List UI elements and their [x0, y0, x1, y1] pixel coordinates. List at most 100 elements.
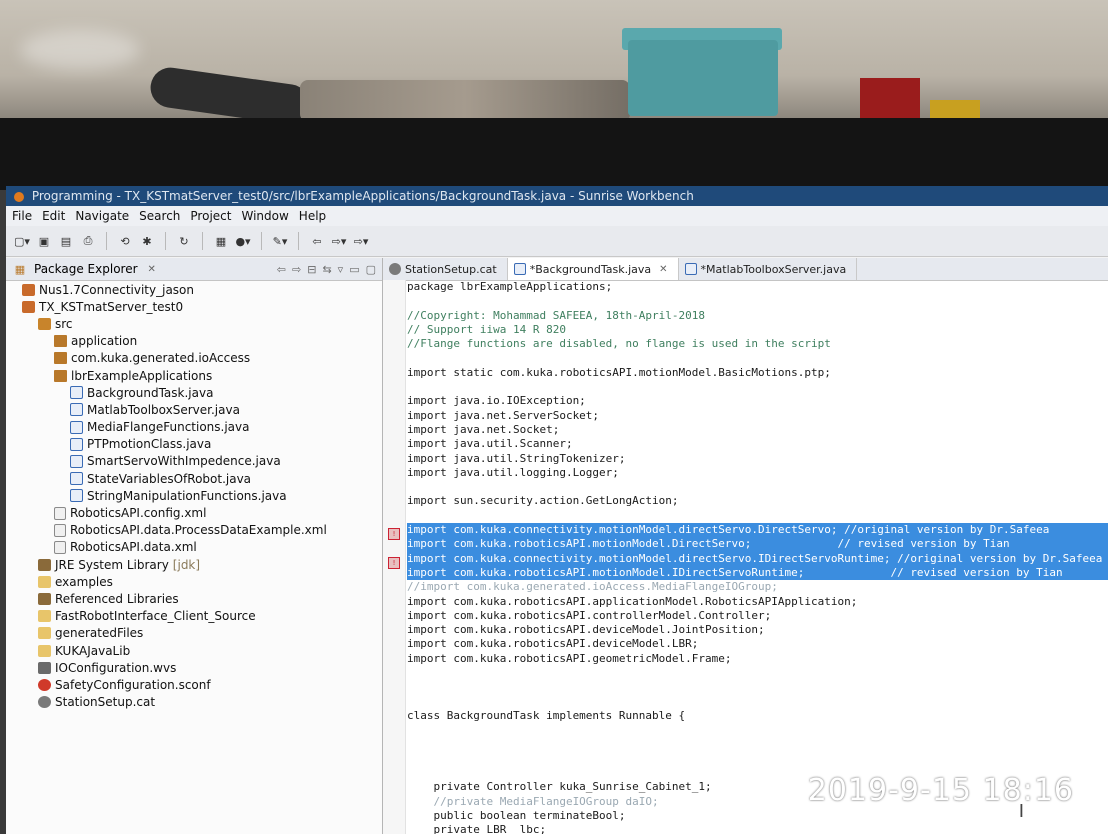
editor-tab[interactable]: *BackgroundTask.java ✕ — [507, 258, 679, 280]
tree-item[interactable]: Nus1.7Connectivity_jason — [6, 281, 382, 298]
toolbar-divider — [165, 232, 166, 250]
tree-item[interactable]: FastRobotInterface_Client_Source — [6, 608, 382, 625]
view-menu-icon[interactable]: ▿ — [338, 263, 344, 276]
code-line: // Support iiwa 14 R 820 — [407, 322, 566, 336]
collapse-all-icon[interactable]: ⊟ — [307, 263, 316, 276]
new-icon[interactable]: ▢▾ — [14, 233, 30, 249]
tree-item-label: RoboticsAPI.config.xml — [70, 506, 207, 521]
close-tab-icon[interactable]: ✕ — [659, 264, 667, 275]
menu-file[interactable]: File — [12, 209, 32, 223]
tree-item[interactable]: SmartServoWithImpedence.java — [6, 453, 382, 470]
tree-item[interactable]: IOConfiguration.wvs — [6, 659, 382, 676]
warning-marker-icon[interactable]: ! — [388, 557, 400, 569]
minimize-icon[interactable]: ▭ — [349, 263, 359, 276]
back-icon[interactable]: ⇦ — [309, 233, 325, 249]
editor-tab[interactable]: *MatlabToolboxServer.java — [679, 258, 858, 280]
java-file-icon — [684, 263, 697, 275]
window-title: Programming - TX_KSTmatServer_test0/src/… — [31, 189, 694, 203]
tree-item-label: RoboticsAPI.data.ProcessDataExample.xml — [70, 523, 327, 538]
tree-item-label: SafetyConfiguration.sconf — [55, 677, 211, 692]
forward-icon[interactable]: ⇨▾ — [331, 233, 347, 249]
tree-item-label: com.kuka.generated.ioAccess — [71, 351, 251, 366]
folder-icon — [38, 575, 51, 588]
tree-item[interactable]: RoboticsAPI.data.xml — [6, 539, 382, 556]
next-icon[interactable]: ⇨▾ — [353, 233, 369, 249]
toolbar-divider — [202, 232, 203, 250]
folder-icon — [38, 610, 51, 623]
code-line: public boolean terminateBool; — [407, 808, 626, 822]
menu-help[interactable]: Help — [299, 209, 326, 223]
menu-project[interactable]: Project — [190, 209, 231, 223]
menu-window[interactable]: Window — [241, 209, 288, 223]
package-icon[interactable]: ▦ — [213, 233, 229, 249]
project-icon — [22, 300, 35, 313]
tree-item[interactable]: KUKAJavaLib — [6, 642, 382, 659]
tree-item[interactable]: Referenced Libraries — [6, 590, 382, 607]
tree-item-label: Referenced Libraries — [55, 591, 179, 606]
editor-tabs: StationSetup.cat *BackgroundTask.java ✕ *Ma… — [383, 258, 1108, 281]
tree-item[interactable]: application — [6, 333, 382, 350]
tree-item-label: RoboticsAPI.data.xml — [70, 540, 197, 555]
link-with-editor-icon[interactable]: ⇆ — [322, 263, 331, 276]
tree-item[interactable]: examples — [6, 573, 382, 590]
tree-item[interactable]: com.kuka.generated.ioAccess — [6, 350, 382, 367]
code-editor: StationSetup.cat *BackgroundTask.java ✕ *Ma… — [383, 258, 1108, 834]
tree-item[interactable]: StationSetup.cat — [6, 694, 382, 711]
tree-item-label: JRE System Library — [55, 557, 169, 572]
tree-item[interactable]: StateVariablesOfRobot.java — [6, 470, 382, 487]
menu-edit[interactable]: Edit — [42, 209, 65, 223]
package-explorer-header[interactable]: ▦ Package Explorer ✕ ⇦ ⇨ ⊟ ⇆ ▿ ▭ ▢ — [6, 258, 382, 281]
tree-item[interactable]: MediaFlangeFunctions.java — [6, 419, 382, 436]
print-icon[interactable]: ⎙ — [80, 233, 96, 249]
warning-marker-icon[interactable]: ! — [388, 528, 400, 540]
tree-item[interactable]: PTPmotionClass.java — [6, 436, 382, 453]
code-line: import com.kuka.roboticsAPI.controllerMo… — [407, 608, 772, 622]
editor-tab[interactable]: StationSetup.cat — [383, 258, 508, 280]
menu-search[interactable]: Search — [139, 209, 180, 223]
code-line: import java.net.ServerSocket; — [407, 408, 600, 422]
package-icon — [54, 335, 67, 348]
tree-item-label: KUKAJavaLib — [55, 643, 131, 658]
save-all-icon[interactable]: ▤ — [58, 233, 74, 249]
sync-icon[interactable]: ⟲ — [117, 233, 133, 249]
tree-item[interactable]: lbrExampleApplications — [6, 367, 382, 384]
tree-item[interactable]: BackgroundTask.java — [6, 384, 382, 401]
tree-item[interactable]: RoboticsAPI.config.xml — [6, 504, 382, 521]
ceiling-light — [20, 30, 140, 70]
debug-icon[interactable]: ✱ — [139, 233, 155, 249]
tree-item[interactable]: SafetyConfiguration.sconf — [6, 676, 382, 693]
tree-item[interactable]: StringManipulationFunctions.java — [6, 487, 382, 504]
maximize-icon[interactable]: ▢ — [366, 263, 376, 276]
tree-item[interactable]: JRE System Library [jdk] — [6, 556, 382, 573]
save-icon[interactable]: ▣ — [36, 233, 52, 249]
main-toolbar: ▢▾ ▣ ▤ ⎙ ⟲ ✱ ↻ ▦ ●▾ ✎▾ ⇦ ⇨▾ ⇨▾ — [6, 226, 1108, 257]
tree-item[interactable]: RoboticsAPI.data.ProcessDataExample.xml — [6, 522, 382, 539]
forward-icon[interactable]: ⇨ — [292, 263, 301, 276]
code-line: import java.util.logging.Logger; — [407, 465, 619, 479]
java-file-icon — [70, 420, 83, 434]
tree-item[interactable]: TX_KSTmatServer_test0 — [6, 298, 382, 315]
code-line: private LBR lbc; — [407, 823, 547, 834]
back-icon[interactable]: ⇦ — [277, 263, 286, 276]
pen-icon[interactable]: ✎▾ — [272, 233, 288, 249]
folder-icon — [38, 644, 51, 657]
window-titlebar[interactable]: Programming - TX_KSTmatServer_test0/src/… — [6, 186, 1108, 206]
java-file-icon — [70, 403, 83, 417]
java-file-icon — [70, 489, 83, 503]
tree-item[interactable]: generatedFiles — [6, 625, 382, 642]
code-line: import com.kuka.connectivity.motionModel… — [407, 523, 1108, 538]
run-icon[interactable]: ●▾ — [235, 233, 251, 249]
code-line: import static com.kuka.roboticsAPI.motio… — [407, 365, 831, 379]
close-icon[interactable]: ✕ — [148, 264, 156, 275]
code-area[interactable]: package lbrExampleApplications; //Copyrig… — [407, 280, 1108, 834]
tree-item[interactable]: MatlabToolboxServer.java — [6, 401, 382, 418]
refresh-icon[interactable]: ↻ — [176, 233, 192, 249]
tree-item[interactable]: src — [6, 315, 382, 332]
menu-navigate[interactable]: Navigate — [75, 209, 129, 223]
workbench-area: ▦ Package Explorer ✕ ⇦ ⇨ ⊟ ⇆ ▿ ▭ ▢ Nus1.… — [6, 258, 1108, 834]
src-folder-icon — [38, 317, 51, 330]
